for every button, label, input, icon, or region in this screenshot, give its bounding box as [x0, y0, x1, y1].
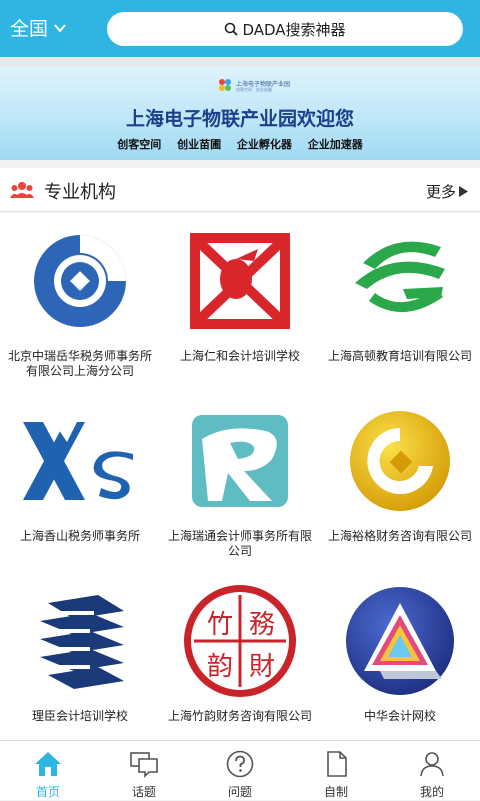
divider [0, 57, 480, 66]
tab-mine[interactable]: 我的 [384, 741, 480, 801]
chat-icon [130, 752, 158, 778]
institution-name: 上海仁和会计培训学校 [179, 349, 300, 363]
tab-topics[interactable]: 话题 [96, 741, 192, 801]
tab-self-made[interactable]: 自制 [288, 741, 384, 801]
banner-tags: 创客空间 创业苗圃 企业孵化器 企业加速器 [0, 136, 480, 152]
promo-banner[interactable]: 上海电子物联产业园 创客空间 · 创业苗圃 上海电子物联产业园欢迎您 创客空间 … [0, 66, 480, 160]
bottom-tab-bar: 首页 话题 问题 自制 我的 [0, 740, 480, 800]
tab-label: 首页 [35, 785, 60, 799]
institution-card[interactable]: 上海高顿教育培训有限公司 [320, 213, 480, 383]
institution-card[interactable]: 上海香山税务师事务所 [0, 393, 160, 563]
section-header: 专业机构 更多 [0, 168, 480, 212]
institution-card[interactable]: 中华会计网校 [320, 573, 480, 743]
tab-home[interactable]: 首页 [0, 741, 96, 801]
section-title: 专业机构 [44, 182, 116, 203]
institution-name: 上海高顿教育培训有限公司 [327, 349, 472, 363]
people-icon [10, 182, 34, 198]
banner-title: 上海电子物联产业园欢迎您 [125, 108, 354, 130]
tab-label: 话题 [131, 785, 156, 799]
institution-card[interactable]: 竹 務韵財 上海竹韵财务咨询有限公司 [160, 573, 320, 743]
tab-questions[interactable]: 问题 [192, 741, 288, 801]
search-placeholder: DADA搜索神器 [242, 20, 346, 39]
more-link[interactable]: 更多 [426, 181, 468, 202]
green-g-logo [326, 219, 474, 343]
banner-tag: 创客空间 [117, 138, 162, 151]
institution-card[interactable]: 北京中瑞岳华税务师事务所有限公司上海分公司 [0, 213, 160, 383]
institution-name: 北京中瑞岳华税务师事务所有限公司上海分公司 [7, 349, 152, 378]
teal-r-logo [166, 399, 314, 523]
city-label: 全国 [10, 18, 49, 40]
purple-triangle-logo [326, 579, 474, 703]
institution-card[interactable]: 理臣会计培训学校 [0, 573, 160, 743]
coin-circle-blue-logo [6, 219, 154, 343]
institution-card[interactable]: 上海裕格财务咨询有限公司 [320, 393, 480, 563]
top-bar: 全国 DADA搜索神器 [0, 0, 480, 57]
institution-card[interactable]: 上海瑞通会计师事务所有限公司 [160, 393, 320, 563]
tab-label: 问题 [227, 785, 252, 799]
seal-char: 韵 [207, 652, 233, 682]
park-logo-icon [219, 79, 231, 91]
seal-char: 財 [249, 652, 275, 682]
tab-label: 我的 [419, 785, 444, 799]
banner-tag: 企业加速器 [307, 138, 363, 151]
institution-grid: 北京中瑞岳华税务师事务所有限公司上海分公司 上海仁和会计培训学校 上海高顿教育培… [0, 213, 480, 740]
institution-name: 上海裕格财务咨询有限公司 [327, 529, 472, 543]
red-square-logo [166, 219, 314, 343]
question-icon [226, 750, 254, 778]
home-icon [35, 752, 61, 776]
more-label: 更多 [425, 183, 456, 201]
banner-logo-subtext: 创客空间 · 创业苗圃 [236, 87, 272, 92]
chevron-down-icon [54, 23, 66, 33]
institution-name: 上海竹韵财务咨询有限公司 [167, 709, 312, 723]
gold-coin-logo [326, 399, 474, 523]
document-icon [327, 751, 347, 777]
institution-name: 上海香山税务师事务所 [19, 529, 140, 543]
play-arrow-icon [459, 186, 468, 197]
banner-tag: 创业苗圃 [177, 138, 222, 151]
seal-char: 竹 [207, 610, 233, 640]
search-bar[interactable]: DADA搜索神器 [107, 12, 463, 46]
city-selector[interactable]: 全国 [10, 14, 66, 41]
blue-stack-logo [6, 579, 154, 703]
seal-char: 務 [249, 610, 275, 640]
xs-blue-logo [6, 399, 154, 523]
red-seal-logo: 竹 務韵財 [166, 579, 314, 703]
institution-card[interactable]: 上海仁和会计培训学校 [160, 213, 320, 383]
tab-label: 自制 [323, 785, 348, 799]
institution-name: 中华会计网校 [363, 709, 436, 723]
institution-name: 上海瑞通会计师事务所有限公司 [167, 529, 312, 558]
search-icon [225, 22, 239, 36]
institution-name: 理臣会计培训学校 [31, 709, 128, 723]
banner-tag: 企业孵化器 [236, 138, 292, 151]
user-icon [420, 752, 444, 777]
